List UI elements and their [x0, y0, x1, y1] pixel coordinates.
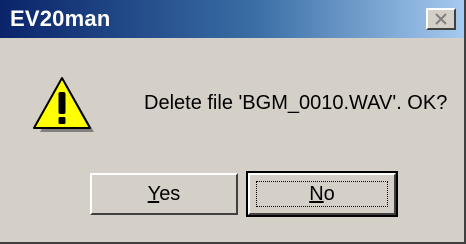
confirmation-message: Delete file 'BGM_0010.WAV'. OK? — [144, 92, 448, 114]
close-button[interactable] — [426, 8, 456, 30]
yes-button-label: Yes — [148, 183, 181, 206]
title-bar[interactable]: EV20man — [0, 0, 464, 38]
yes-mnemonic: Y — [147, 182, 160, 205]
message-dialog: EV20man Delete file 'BGM_0010.WAV'. OK? … — [0, 0, 466, 244]
focus-ring — [256, 181, 388, 207]
yes-label-rest: es — [159, 182, 181, 205]
window-title: EV20man — [10, 6, 111, 31]
no-button[interactable]: No — [246, 171, 398, 217]
close-icon — [435, 13, 447, 25]
yes-button[interactable]: Yes — [90, 173, 238, 215]
warning-icon — [33, 77, 94, 132]
